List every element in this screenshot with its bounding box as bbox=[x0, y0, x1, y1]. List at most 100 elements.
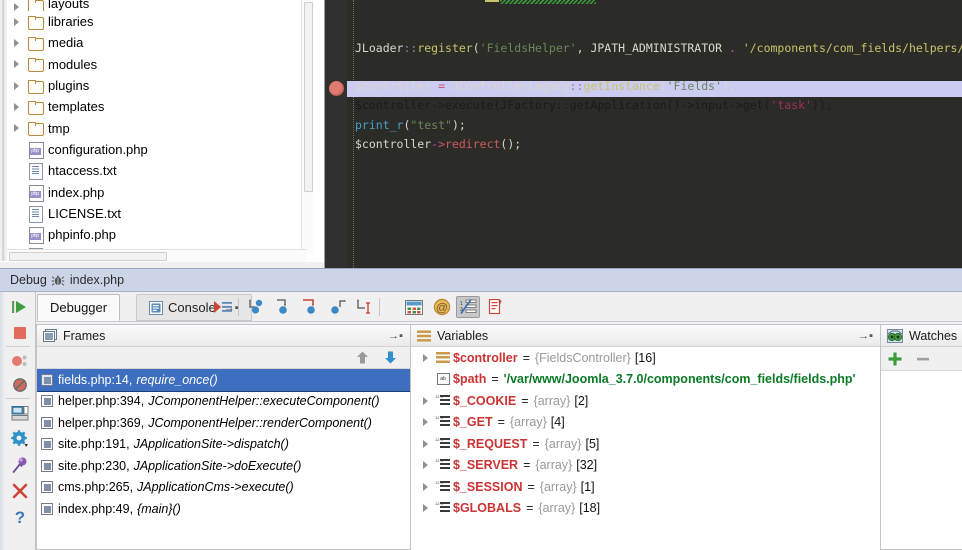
array-icon bbox=[433, 394, 453, 407]
variable-row[interactable]: $_GET = {array}[4] bbox=[411, 412, 880, 434]
expand-arrow-icon[interactable] bbox=[417, 504, 433, 513]
help-icon[interactable]: ? bbox=[9, 506, 31, 528]
code-lines: JLoader::register('FieldsHelper', JPATH_… bbox=[355, 0, 962, 268]
at-sign-button[interactable]: @ bbox=[430, 296, 454, 318]
toolbar-divider-1 bbox=[238, 298, 239, 316]
variable-row[interactable]: $_SERVER = {array}[32] bbox=[411, 455, 880, 477]
frame-icon bbox=[41, 438, 58, 451]
frame-row[interactable]: site.php:230, JApplicationSite->doExecute… bbox=[37, 455, 410, 477]
frame-row[interactable]: site.php:191, JApplicationSite->dispatch(… bbox=[37, 434, 410, 456]
debug-window-title-bar[interactable]: Debug index.php bbox=[0, 268, 962, 292]
close-icon[interactable] bbox=[9, 480, 31, 502]
tree-item-tmp[interactable]: tmp bbox=[7, 117, 307, 138]
tree-item-index-php[interactable]: index.php bbox=[7, 181, 307, 202]
variables-minimize-icon[interactable]: →▪ bbox=[858, 330, 873, 342]
tree-item-label: modules bbox=[48, 56, 98, 72]
arrow-down-icon[interactable] bbox=[383, 350, 398, 368]
run-to-cursor-button[interactable] bbox=[352, 296, 376, 318]
frame-icon bbox=[41, 459, 58, 472]
tree-item-phpinfo-php[interactable]: phpinfo.php bbox=[7, 224, 307, 245]
expand-arrow-icon[interactable] bbox=[417, 353, 433, 362]
variable-equals: = bbox=[523, 458, 531, 473]
frame-file-label: helper.php:369, bbox=[58, 415, 145, 430]
tab-debugger[interactable]: Debugger bbox=[37, 294, 121, 321]
tree-item-LICENSE-txt[interactable]: LICENSE.txt bbox=[7, 203, 307, 224]
expand-arrow-icon[interactable] bbox=[417, 461, 433, 470]
arrow-up-icon[interactable] bbox=[355, 350, 370, 368]
expand-arrow-icon[interactable] bbox=[417, 396, 433, 405]
expand-arrow-icon[interactable] bbox=[417, 418, 433, 427]
frame-row[interactable]: index.php:49, {main}() bbox=[37, 498, 410, 520]
frame-row[interactable]: cms.php:265, JApplicationCms->execute() bbox=[37, 477, 410, 499]
sort-variables-button[interactable]: 1 3 bbox=[456, 296, 480, 318]
pin-icon[interactable] bbox=[9, 454, 31, 476]
folder-icon bbox=[25, 0, 45, 11]
project-file-tree[interactable]: layouts libraries media modules plugins templ… bbox=[0, 0, 325, 268]
step-over-button[interactable] bbox=[244, 296, 268, 318]
expand-arrow-icon[interactable] bbox=[7, 3, 25, 11]
expand-arrow-icon[interactable] bbox=[7, 17, 25, 26]
variable-type: {array} bbox=[533, 393, 571, 408]
tree-item-configuration-php[interactable]: configuration.php bbox=[7, 139, 307, 160]
frame-row[interactable]: helper.php:394, JComponentHelper::execute… bbox=[37, 391, 410, 413]
tree-item-libraries[interactable]: libraries bbox=[7, 11, 307, 32]
export-threads-button[interactable] bbox=[484, 296, 508, 318]
frame-row[interactable]: fields.php:14, require_once() bbox=[37, 369, 410, 392]
tree-item-layouts[interactable]: layouts bbox=[7, 0, 307, 11]
code-editor[interactable]: JLoader::register('FieldsHelper', JPATH_… bbox=[325, 0, 962, 268]
frames-panel-title: Frames bbox=[63, 328, 106, 343]
minus-icon[interactable] bbox=[915, 351, 931, 367]
frames-minimize-icon[interactable]: →▪ bbox=[388, 330, 403, 342]
frame-icon bbox=[41, 481, 58, 494]
expand-arrow-icon[interactable] bbox=[7, 124, 25, 133]
variable-row[interactable]: $_COOKIE = {array}[2] bbox=[411, 390, 880, 412]
code-token: (); bbox=[500, 137, 522, 152]
expand-arrow-icon[interactable] bbox=[7, 60, 25, 69]
tree-item-media[interactable]: media bbox=[7, 32, 307, 53]
stop-button[interactable] bbox=[9, 322, 31, 344]
tree-vertical-scroll-thumb[interactable] bbox=[304, 2, 313, 192]
show-execution-point-button[interactable] bbox=[211, 296, 235, 318]
variable-row[interactable]: $_REQUEST = {array}[5] bbox=[411, 433, 880, 455]
expand-arrow-icon[interactable] bbox=[7, 102, 25, 111]
force-step-into-button[interactable] bbox=[298, 296, 322, 318]
console-icon bbox=[149, 300, 163, 315]
array-icon bbox=[433, 459, 453, 472]
tree-horizontal-scrollbar[interactable] bbox=[7, 249, 307, 262]
view-breakpoints-button[interactable] bbox=[9, 350, 31, 372]
code-token: "test" bbox=[410, 117, 452, 132]
php-file-icon bbox=[25, 141, 45, 159]
variable-row[interactable]: $GLOBALS = {array}[18] bbox=[411, 498, 880, 520]
tree-vertical-scrollbar[interactable] bbox=[301, 0, 314, 255]
code-token: , bbox=[576, 40, 591, 55]
frames-panel-header: Frames →▪ bbox=[37, 325, 410, 347]
step-into-button[interactable] bbox=[271, 296, 295, 318]
tree-item-templates[interactable]: templates bbox=[7, 96, 307, 117]
code-token: ( bbox=[472, 40, 480, 55]
variable-row[interactable]: $controller = {FieldsController} [16] bbox=[411, 347, 880, 369]
step-out-button[interactable] bbox=[325, 296, 349, 318]
tree-horizontal-scroll-thumb[interactable] bbox=[9, 252, 167, 261]
code-token: JLoader bbox=[355, 40, 404, 55]
tree-item-label: layouts bbox=[48, 0, 90, 11]
expand-arrow-icon[interactable] bbox=[7, 38, 25, 47]
code-token: 'Fields' bbox=[666, 79, 723, 94]
restore-layout-button[interactable] bbox=[9, 402, 31, 424]
expand-arrow-icon[interactable] bbox=[7, 81, 25, 90]
code-token: = bbox=[431, 79, 452, 94]
expand-arrow-icon[interactable] bbox=[417, 482, 433, 491]
expand-arrow-icon[interactable] bbox=[417, 439, 433, 448]
resume-program-button[interactable] bbox=[9, 296, 31, 318]
gear-icon[interactable] bbox=[9, 428, 31, 450]
frame-row[interactable]: helper.php:369, JComponentHelper::renderC… bbox=[37, 412, 410, 434]
editor-gutter[interactable] bbox=[325, 0, 347, 268]
evaluate-expression-button[interactable] bbox=[402, 296, 426, 318]
tree-item-htaccess-txt[interactable]: htaccess.txt bbox=[7, 160, 307, 181]
breakpoint-icon[interactable] bbox=[329, 81, 344, 96]
tree-item-modules[interactable]: modules bbox=[7, 54, 307, 75]
mute-breakpoints-button[interactable] bbox=[9, 374, 31, 396]
plus-icon[interactable] bbox=[887, 351, 903, 367]
variable-row[interactable]: ab $path = '/var/www/Joomla_3.7.0/component… bbox=[411, 369, 880, 391]
variable-row[interactable]: $_SESSION = {array}[1] bbox=[411, 476, 880, 498]
tree-item-plugins[interactable]: plugins bbox=[7, 75, 307, 96]
